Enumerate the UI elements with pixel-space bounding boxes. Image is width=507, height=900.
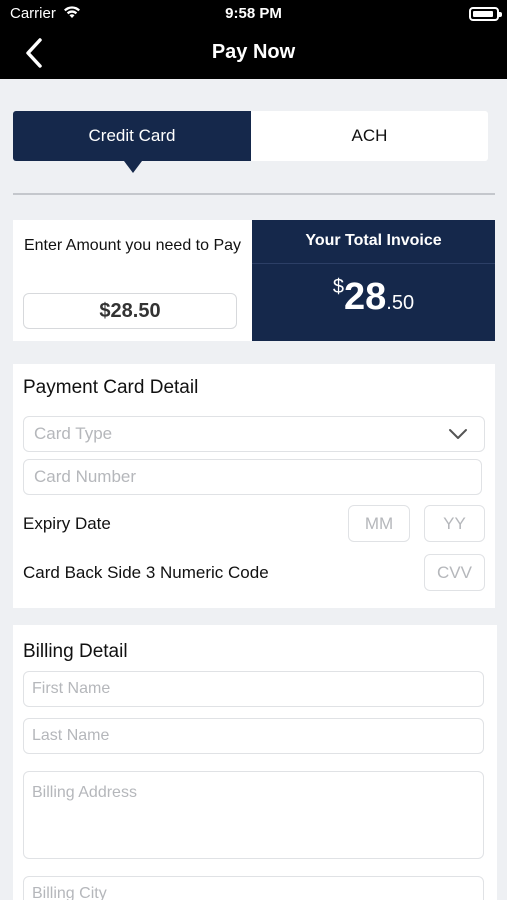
billing-address-placeholder: Billing Address xyxy=(32,784,137,801)
invoice-divider xyxy=(252,263,495,264)
billing-city-field[interactable]: Billing City xyxy=(23,876,484,900)
billing-city-placeholder: Billing City xyxy=(32,885,107,900)
page-title: Pay Now xyxy=(211,41,296,63)
cvv-field[interactable]: CVV xyxy=(424,554,485,591)
expiry-label: Expiry Date xyxy=(23,514,111,533)
invoice-title: Your Total Invoice xyxy=(305,232,442,249)
divider xyxy=(13,193,495,195)
month-placeholder: MM xyxy=(364,513,394,533)
card-type-select[interactable]: Card Type xyxy=(23,416,485,452)
expiry-year-field[interactable]: YY xyxy=(424,505,485,542)
first-name-placeholder: First Name xyxy=(32,680,111,697)
card-type-placeholder: Card Type xyxy=(34,424,113,443)
card-number-placeholder: Card Number xyxy=(34,467,137,486)
expiry-month-field[interactable]: MM xyxy=(348,505,410,542)
first-name-field[interactable]: First Name xyxy=(23,671,484,707)
invoice-panel: Your Total Invoice $28.50 xyxy=(252,220,495,341)
last-name-placeholder: Last Name xyxy=(32,727,110,744)
invoice-whole: 28 xyxy=(344,276,387,318)
amount-input[interactable] xyxy=(23,293,237,329)
amount-panel: Enter Amount you need to Pay xyxy=(13,220,252,341)
invoice-amount: $28.50 xyxy=(252,276,495,319)
invoice-currency: $ xyxy=(332,276,345,298)
active-tab-indicator xyxy=(124,161,142,173)
tab-ach[interactable]: ACH xyxy=(251,111,488,161)
payment-method-tabs: Credit Card ACH xyxy=(13,111,488,161)
invoice-decimal: .50 xyxy=(386,292,415,314)
cvv-placeholder: CVV xyxy=(437,562,472,582)
payment-card-title: Payment Card Detail xyxy=(23,377,199,398)
billing-title: Billing Detail xyxy=(23,641,128,662)
tab-credit-card[interactable]: Credit Card xyxy=(13,111,251,161)
year-placeholder: YY xyxy=(443,513,466,533)
battery-level xyxy=(473,11,493,17)
chevron-down-icon xyxy=(449,429,467,439)
cvv-label: Card Back Side 3 Numeric Code xyxy=(23,563,269,582)
card-number-field[interactable]: Card Number xyxy=(23,459,482,495)
status-bar: Carrier 9:58 PM xyxy=(0,0,507,28)
billing-section: Billing Detail First Name Last Name Bill… xyxy=(13,625,497,900)
battery-icon xyxy=(469,7,502,21)
billing-address-field[interactable]: Billing Address xyxy=(23,771,484,859)
amount-label: Enter Amount you need to Pay xyxy=(23,237,242,254)
nav-bar: Pay Now xyxy=(0,28,507,79)
last-name-field[interactable]: Last Name xyxy=(23,718,484,754)
payment-card-section: Payment Card Detail Card Type Card Numbe… xyxy=(13,364,495,608)
clock: 9:58 PM xyxy=(225,5,282,22)
